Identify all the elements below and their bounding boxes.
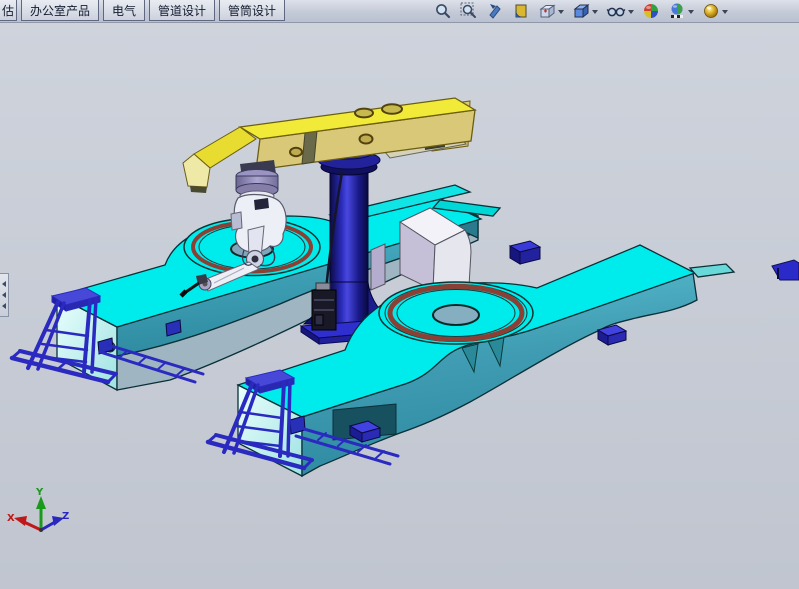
section-view-icon (512, 2, 530, 20)
view-orientation-dropdown[interactable] (558, 10, 564, 17)
apply-scene-dropdown[interactable] (688, 10, 694, 17)
featuremanager-collapse-handle[interactable] (0, 273, 9, 317)
triad-x-label: X (7, 513, 15, 524)
tab-label: 管道设计 (158, 2, 206, 19)
view-settings-button[interactable] (701, 1, 729, 21)
display-style-button[interactable] (571, 1, 599, 21)
view-orientation-icon (538, 2, 556, 20)
collapse-left-icon (2, 292, 6, 298)
zoom-to-fit-icon (434, 2, 452, 20)
zoom-to-area-button[interactable] (459, 1, 479, 21)
section-view-button[interactable] (511, 1, 531, 21)
controller-box[interactable] (312, 283, 336, 330)
heads-up-view-toolbar (433, 0, 729, 22)
view-settings-dropdown[interactable] (722, 10, 728, 17)
tab-label: 电气 (112, 2, 136, 19)
previous-view-icon (486, 2, 504, 20)
support-block-mid[interactable] (510, 241, 540, 264)
collapse-left-icon (2, 281, 6, 287)
tab-piping-design[interactable]: 管道设计 (149, 0, 215, 21)
ring-right-center-hole (433, 305, 479, 325)
edit-appearance-button[interactable] (641, 1, 661, 21)
command-tabs: 估 办公室产品 电气 管道设计 管筒设计 (0, 0, 285, 22)
tab-label: 办公室产品 (30, 2, 90, 19)
collapse-left-icon (2, 303, 6, 309)
tab-label: 估 (2, 2, 14, 19)
display-style-dropdown[interactable] (592, 10, 598, 17)
triad-z-label: Z (62, 511, 69, 522)
tab-tubing-design[interactable]: 管筒设计 (219, 0, 285, 21)
view-orientation-button[interactable] (537, 1, 565, 21)
graphics-area[interactable]: X Y Z (0, 22, 799, 589)
view-settings-icon (702, 2, 720, 20)
edit-appearance-icon (642, 2, 660, 20)
zoom-to-fit-button[interactable] (433, 1, 453, 21)
hide-show-items-icon (606, 2, 626, 20)
tab-electrical[interactable]: 电气 (103, 0, 145, 21)
display-style-icon (572, 2, 590, 20)
triad-y-label: Y (35, 487, 44, 498)
apply-scene-button[interactable] (667, 1, 695, 21)
rotary-ring-right[interactable] (379, 282, 533, 344)
tab-office-products[interactable]: 办公室产品 (21, 0, 99, 21)
command-manager-toolbar: 估 办公室产品 电气 管道设计 管筒设计 (0, 0, 799, 23)
tab-evaluate-partial[interactable]: 估 (0, 0, 17, 21)
solidworks-window: 估 办公室产品 电气 管道设计 管筒设计 (0, 0, 799, 589)
tab-label: 管筒设计 (228, 2, 276, 19)
hide-show-items-button[interactable] (605, 1, 635, 21)
zoom-to-area-icon (460, 2, 478, 20)
previous-view-button[interactable] (485, 1, 505, 21)
hide-show-items-dropdown[interactable] (628, 10, 634, 17)
apply-scene-icon (668, 2, 686, 20)
